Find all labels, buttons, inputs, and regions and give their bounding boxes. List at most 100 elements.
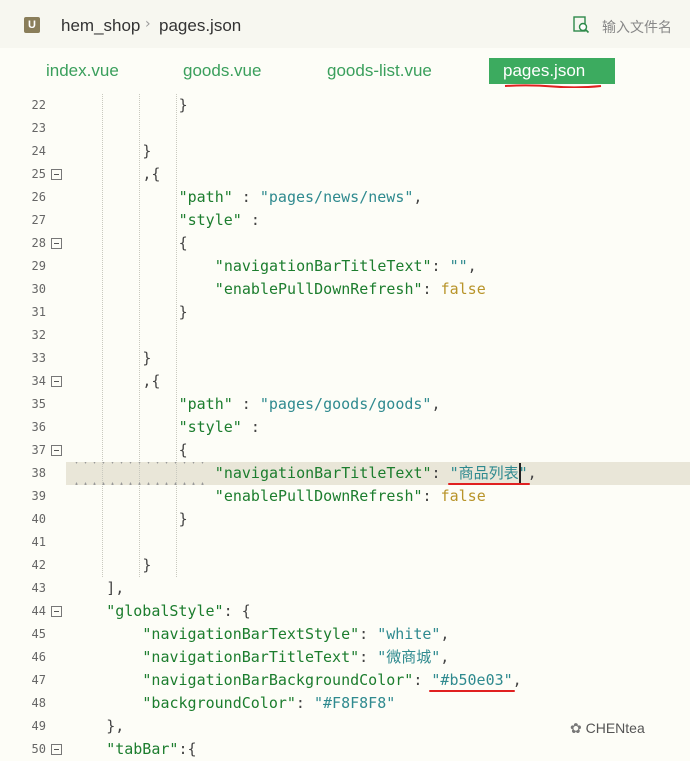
line-number: 42 (31, 558, 46, 572)
code-line[interactable]: 23 (0, 117, 690, 140)
code-punct: : (223, 602, 242, 620)
code-text: "backgroundColor": "#F8F8F8" (142, 692, 395, 715)
code-punct: ,{ (142, 165, 161, 183)
text-caret (519, 463, 521, 483)
line-number: 39 (31, 489, 46, 503)
json-key: "path" (178, 188, 233, 206)
line-number: 33 (31, 351, 46, 365)
fold-collapse-icon[interactable] (51, 744, 62, 755)
code-text: { (179, 439, 188, 462)
code-punct: : (359, 648, 378, 666)
code-text: } (142, 347, 151, 370)
code-punct: { (178, 234, 188, 252)
json-string-value: "white" (377, 625, 441, 643)
code-line[interactable]: 25 ,{ (0, 163, 690, 186)
fold-collapse-icon[interactable] (51, 169, 62, 180)
code-line[interactable]: 29 "navigationBarTitleText": "", (0, 255, 690, 278)
code-editor[interactable]: 22} 23 24} 25 ,{ 26 "path" : "pages/news/news"… (0, 94, 690, 758)
line-number: 46 (31, 650, 46, 664)
code-line[interactable]: 34 ,{ (0, 370, 690, 393)
code-text: } (142, 554, 151, 577)
code-text: "navigationBarTitleText": "商品列表", (215, 462, 537, 485)
fold-collapse-icon[interactable] (51, 238, 62, 249)
code-punct: , (512, 671, 522, 689)
line-number: 47 (31, 673, 46, 687)
json-key: "path" (178, 395, 233, 413)
line-number: 38 (31, 466, 46, 480)
fold-collapse-icon[interactable] (51, 606, 62, 617)
code-punct: : (431, 257, 450, 275)
tab-pages-json[interactable]: pages.json (489, 58, 616, 84)
code-punct: } (178, 510, 188, 528)
code-line[interactable]: 44 "globalStyle": { (0, 600, 690, 623)
code-line[interactable]: 43], (0, 577, 690, 600)
json-string-value: "微商城" (377, 648, 441, 666)
fold-collapse-icon[interactable] (51, 376, 62, 387)
code-line[interactable]: 47 "navigationBarBackgroundColor": "#b50e… (0, 669, 690, 692)
code-line[interactable]: 28 { (0, 232, 690, 255)
code-line[interactable]: 37 { (0, 439, 690, 462)
json-string-value: "商品列表" (447, 464, 530, 485)
line-number: 49 (31, 719, 46, 733)
code-line[interactable]: 26 "path" : "pages/news/news", (0, 186, 690, 209)
code-line[interactable]: 39 "enablePullDownRefresh": false (0, 485, 690, 508)
code-punct: : (241, 211, 260, 229)
code-text: "navigationBarTitleText": "微商城", (142, 646, 449, 669)
code-line[interactable]: 27 "style" : (0, 209, 690, 232)
code-punct: } (178, 303, 188, 321)
code-line[interactable]: 45 "navigationBarTextStyle": "white", (0, 623, 690, 646)
code-punct: : (295, 694, 314, 712)
tab-index-vue[interactable]: index.vue (46, 58, 119, 84)
line-number: 44 (31, 604, 46, 618)
tab-goods-vue[interactable]: goods.vue (183, 58, 261, 84)
code-line[interactable]: 33} (0, 347, 690, 370)
code-punct: } (142, 349, 152, 367)
code-punct: { (187, 740, 197, 758)
code-line[interactable]: 40} (0, 508, 690, 531)
json-key: "style" (178, 211, 242, 229)
code-line[interactable]: 24} (0, 140, 690, 163)
line-number: 43 (31, 581, 46, 595)
code-text: "enablePullDownRefresh": false (215, 278, 486, 301)
code-line[interactable]: 35 "path" : "pages/goods/goods", (0, 393, 690, 416)
code-punct: , (413, 188, 423, 206)
file-search-input[interactable]: 输入文件名 (602, 17, 672, 37)
line-number: 48 (31, 696, 46, 710)
json-key: "navigationBarBackgroundColor" (142, 671, 414, 689)
code-line[interactable]: 32 (0, 324, 690, 347)
json-boolean-value: false (440, 487, 486, 505)
code-line[interactable]: 31} (0, 301, 690, 324)
code-line[interactable]: 46 "navigationBarTitleText": "微商城", (0, 646, 690, 669)
code-text: "enablePullDownRefresh": false (215, 485, 486, 508)
code-line[interactable]: 48 "backgroundColor": "#F8F8F8" (0, 692, 690, 715)
json-key: "navigationBarTitleText" (214, 464, 432, 482)
tab-goods-list-vue[interactable]: goods-list.vue (327, 58, 432, 84)
json-string-value: "pages/news/news" (259, 188, 414, 206)
json-key: "navigationBarTitleText" (214, 257, 432, 275)
line-number: 26 (31, 190, 46, 204)
code-punct: : (413, 671, 432, 689)
json-key: "navigationBarTextStyle" (142, 625, 360, 643)
json-string-value: "" (449, 257, 468, 275)
json-boolean-value: false (440, 280, 486, 298)
code-text: { (179, 232, 188, 255)
file-search-icon[interactable] (572, 16, 590, 34)
code-line[interactable]: 30 "enablePullDownRefresh": false (0, 278, 690, 301)
code-text: "navigationBarTextStyle": "white", (142, 623, 449, 646)
code-line[interactable]: 22} (0, 94, 690, 117)
code-punct: : (359, 625, 378, 643)
json-key: "enablePullDownRefresh" (214, 487, 423, 505)
fold-collapse-icon[interactable] (51, 445, 62, 456)
code-line[interactable]: 42} (0, 554, 690, 577)
code-line[interactable]: 41 (0, 531, 690, 554)
code-text: }, (106, 715, 124, 738)
code-line[interactable]: 36 "style" : (0, 416, 690, 439)
breadcrumb-file[interactable]: pages.json (159, 16, 241, 36)
code-punct: , (431, 395, 441, 413)
breadcrumb-project[interactable]: hem_shop (61, 16, 140, 36)
code-punct: , (467, 257, 477, 275)
project-icon: U (24, 17, 40, 33)
code-line[interactable]: 38 "navigationBarTitleText": "商品列表", (0, 462, 690, 485)
watermark: ✿ CHENtea (570, 720, 645, 736)
wechat-icon: ✿ (570, 720, 586, 736)
